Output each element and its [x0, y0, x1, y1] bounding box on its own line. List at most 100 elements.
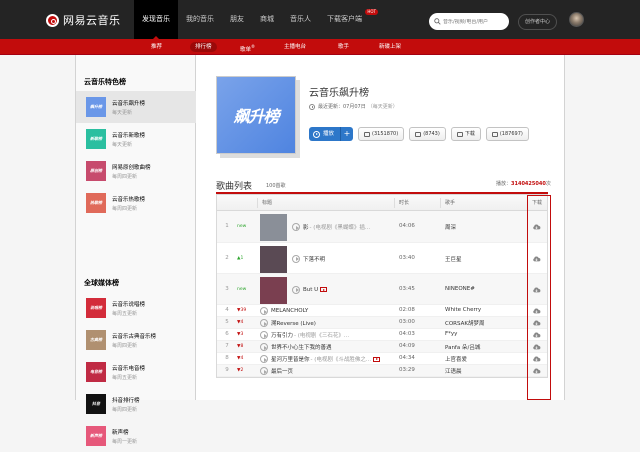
chart-thumbnail: 电音榜	[86, 362, 106, 382]
sidebar-chart-item[interactable]: 说唱榜 云音乐说唱榜 每周五更新	[76, 292, 196, 324]
subnav-item[interactable]: 歌单®	[235, 42, 260, 53]
table-row[interactable]: 5 ▼4 溯Reverse (Live) 03:00 CORSAK胡梦周	[217, 317, 547, 329]
table-row[interactable]: 9 ▼2 最后一页 03:29 江语晨	[217, 365, 547, 377]
chart-name: 云音乐新歌榜	[112, 133, 146, 139]
subnav-item[interactable]: 歌手	[333, 42, 354, 52]
song-singer[interactable]: 王巨星	[445, 255, 462, 263]
collect-button[interactable]: (3151870)	[358, 127, 405, 141]
song-duration: 04:03	[399, 331, 415, 337]
song-title[interactable]: 影	[303, 223, 309, 231]
song-alias: - (电视剧《三石花》...	[294, 333, 350, 339]
song-rank: 5	[225, 319, 229, 325]
song-title-cell: 最后一页	[260, 367, 293, 375]
song-title[interactable]: 溯Reverse (Live)	[271, 319, 316, 327]
play-song-icon[interactable]	[260, 343, 268, 351]
sidebar-chart-item[interactable]: 抖音 抖音排行榜 每周四更新	[76, 388, 196, 420]
song-count: 100首歌	[266, 183, 286, 189]
table-row[interactable]: 3 new But U 03:45 NINEONE#	[217, 274, 547, 305]
song-title[interactable]: 万有引力	[271, 331, 293, 339]
comment-icon	[491, 131, 498, 137]
chart-name: 网易原创歌曲榜	[112, 165, 151, 171]
nav-item[interactable]: 朋友	[222, 0, 252, 39]
subnav-item[interactable]: 主播电台	[279, 42, 311, 52]
song-singer[interactable]: 上官喜爱	[445, 355, 467, 363]
song-table: 标题 时长 歌手 下载 1 new 影 - (电视剧《黑蝴蝶》插... 04:06 周深…	[216, 194, 548, 378]
play-button[interactable]: 播放	[309, 127, 341, 141]
album-art[interactable]	[260, 214, 287, 241]
song-singer[interactable]: Panfa 朵/吕城	[445, 343, 480, 351]
song-title[interactable]: 世界不小心生下我的善遇	[271, 343, 332, 351]
song-title-cell: 万有引力 - (电视剧《三石花》...	[260, 331, 349, 339]
share-button[interactable]: (8743)	[409, 127, 446, 141]
add-to-list-button[interactable]: +	[340, 127, 354, 141]
song-title[interactable]: But U	[303, 287, 318, 293]
play-song-icon[interactable]	[260, 307, 268, 315]
search-box[interactable]	[429, 13, 509, 30]
subnav-item[interactable]: 新碟上架	[374, 42, 406, 52]
sidebar-chart-item[interactable]: 古典榜 云音乐古典音乐榜 每周四更新	[76, 324, 196, 356]
subnav-item[interactable]: 排行榜	[190, 42, 217, 52]
column-separator	[440, 198, 441, 208]
play-song-icon[interactable]	[292, 285, 300, 294]
nav-item[interactable]: 发现音乐	[134, 0, 178, 39]
album-art[interactable]	[260, 245, 287, 273]
chart-update-frequency: 每周五更新	[112, 311, 138, 317]
table-row[interactable]: 6 ▼3 万有引力 - (电视剧《三石花》... 04:03 F*yy	[217, 329, 547, 341]
song-singer[interactable]: 江语晨	[445, 367, 462, 375]
song-singer[interactable]: F*yy	[445, 331, 457, 337]
song-singer[interactable]: 周深	[445, 223, 456, 231]
table-row[interactable]: 7 ▼8 世界不小心生下我的善遇 04:09 Panfa 朵/吕城	[217, 341, 547, 353]
song-title[interactable]: 最后一页	[271, 367, 293, 375]
download-button[interactable]: 下载	[450, 127, 481, 141]
play-song-icon[interactable]	[292, 223, 300, 231]
song-singer[interactable]: CORSAK胡梦周	[445, 319, 484, 327]
song-title[interactable]: MELANCHOLY	[271, 308, 308, 314]
creator-center-button[interactable]: 创作者中心	[518, 14, 558, 30]
subnav-item[interactable]: 推荐	[146, 42, 167, 52]
sidebar-chart-item[interactable]: 电音榜 云音乐电音榜 每周五更新	[76, 356, 196, 388]
search-input[interactable]	[443, 18, 503, 25]
song-rank: 1	[225, 223, 229, 229]
rank-trend: new	[237, 286, 247, 292]
sidebar-chart-item[interactable]: 飙升榜 云音乐飙升榜 每天更新	[76, 91, 196, 123]
song-duration: 04:06	[399, 223, 415, 229]
play-song-icon[interactable]	[292, 254, 300, 263]
logo[interactable]: 网易云音乐	[46, 12, 121, 28]
play-song-icon[interactable]	[260, 331, 268, 339]
mv-icon[interactable]	[373, 356, 381, 362]
table-row[interactable]: 4 ▼39 MELANCHOLY 02:08 White Cherry	[217, 305, 547, 317]
song-title[interactable]: 下落不明	[303, 255, 325, 263]
table-row[interactable]: 2 ▲1 下落不明 03:40 王巨星	[217, 243, 547, 274]
song-title-cell: 世界不小心生下我的善遇	[260, 343, 332, 351]
song-singer[interactable]: NINEONE#	[445, 286, 475, 292]
subnav-superscript: ®	[251, 44, 256, 49]
table-row[interactable]: 8 ▼4 星河万里皆是你 - (电视剧《斗战胜佛之... 04:34 上官喜爱	[217, 353, 547, 365]
comment-button[interactable]: (187697)	[485, 127, 529, 141]
song-title-cell: 下落不明	[292, 254, 325, 263]
update-info: 最近更新：07月07日 （每天更新）	[309, 103, 398, 110]
song-duration: 03:00	[399, 319, 415, 325]
comment-count: (187697)	[499, 131, 523, 137]
album-art[interactable]	[260, 276, 287, 304]
avatar[interactable]	[569, 12, 584, 27]
sidebar-chart-item[interactable]: 新歌榜 云音乐新歌榜 每天更新	[76, 123, 196, 155]
chart-sidebar: 云音乐特色榜 全球媒体榜 飙升榜 云音乐飙升榜 每天更新 新歌榜 云音乐新歌榜 每天更新原…	[76, 55, 196, 446]
sidebar-chart-item[interactable]: 原创榜 网易原创歌曲榜 每周四更新	[76, 155, 196, 187]
nav-item[interactable]: 下载客户端 HOT	[319, 0, 378, 39]
song-title[interactable]: 星河万里皆是你	[271, 355, 310, 363]
song-singer[interactable]: White Cherry	[445, 307, 481, 313]
table-row[interactable]: 1 new 影 - (电视剧《黑蝴蝶》插... 04:06 周深	[217, 211, 547, 243]
nav-item[interactable]: 我的音乐	[178, 0, 222, 39]
play-song-icon[interactable]	[260, 367, 268, 375]
chart-thumbnail: 飙升榜	[86, 97, 106, 117]
play-song-icon[interactable]	[260, 319, 268, 327]
nav-item[interactable]: 音乐人	[282, 0, 319, 39]
chart-name: 云音乐电音榜	[112, 366, 146, 372]
nav-item[interactable]: 商城	[252, 0, 282, 39]
sidebar-chart-item[interactable]: 热歌榜 云音乐热歌榜 每周四更新	[76, 187, 196, 219]
sidebar-chart-item[interactable]: 新声榜 新声榜 每周一更新	[76, 420, 196, 452]
song-title-cell: MELANCHOLY	[260, 307, 308, 315]
song-rank: 8	[225, 355, 229, 361]
play-song-icon[interactable]	[260, 355, 268, 363]
mv-icon[interactable]	[320, 287, 328, 292]
